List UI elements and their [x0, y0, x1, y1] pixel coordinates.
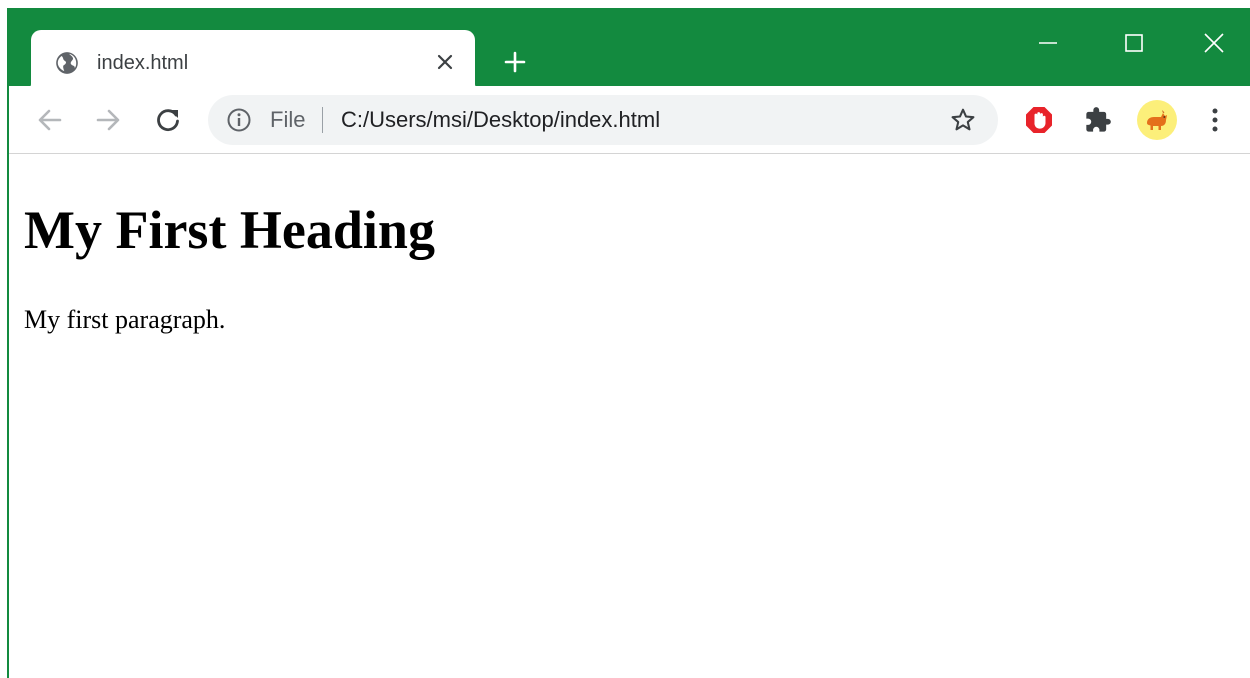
forward-button[interactable]	[88, 100, 128, 140]
page-paragraph: My first paragraph.	[24, 305, 226, 334]
back-button[interactable]	[30, 100, 70, 140]
close-icon	[1204, 33, 1224, 53]
tab-close-button[interactable]	[431, 48, 459, 76]
page-heading: My First Heading	[24, 200, 435, 260]
menu-button[interactable]	[1195, 100, 1235, 140]
browser-window: index.html File C:/Users/msi/Desktop/ind…	[0, 0, 1250, 678]
tab-index-html[interactable]: index.html	[19, 30, 487, 94]
adblock-extension-button[interactable]	[1019, 100, 1059, 140]
minimize-icon	[1039, 42, 1057, 44]
bookmark-button[interactable]	[948, 105, 978, 135]
more-vertical-icon	[1212, 108, 1218, 132]
globe-icon	[56, 52, 78, 74]
title-bar: index.html	[7, 8, 1250, 94]
browser-toolbar: File C:/Users/msi/Desktop/index.html	[9, 86, 1250, 154]
close-icon	[437, 54, 453, 70]
window-close-button[interactable]	[1171, 16, 1250, 70]
page-viewport: My First Heading My first paragraph.	[9, 154, 1250, 678]
star-icon	[951, 108, 975, 131]
puzzle-icon	[1086, 107, 1111, 132]
address-separator	[322, 107, 323, 133]
arrow-right-icon	[96, 109, 120, 131]
maximize-button[interactable]	[1091, 16, 1177, 70]
address-bar[interactable]: File C:/Users/msi/Desktop/index.html	[208, 95, 998, 145]
scheme-label: File	[270, 107, 306, 132]
minimize-button[interactable]	[1005, 16, 1091, 70]
profile-avatar-icon	[1137, 100, 1177, 140]
profile-avatar[interactable]	[1137, 100, 1177, 140]
arrow-left-icon	[38, 109, 62, 131]
tab-title: index.html	[97, 52, 189, 74]
extensions-button[interactable]	[1078, 100, 1118, 140]
maximize-icon	[1125, 34, 1143, 52]
adblock-icon	[1026, 107, 1052, 133]
info-icon[interactable]	[226, 107, 252, 133]
reload-button[interactable]	[148, 100, 188, 140]
new-tab-button[interactable]	[497, 44, 533, 80]
plus-icon	[504, 51, 526, 73]
url-text[interactable]: C:/Users/msi/Desktop/index.html	[341, 107, 660, 133]
reload-icon	[157, 109, 179, 132]
